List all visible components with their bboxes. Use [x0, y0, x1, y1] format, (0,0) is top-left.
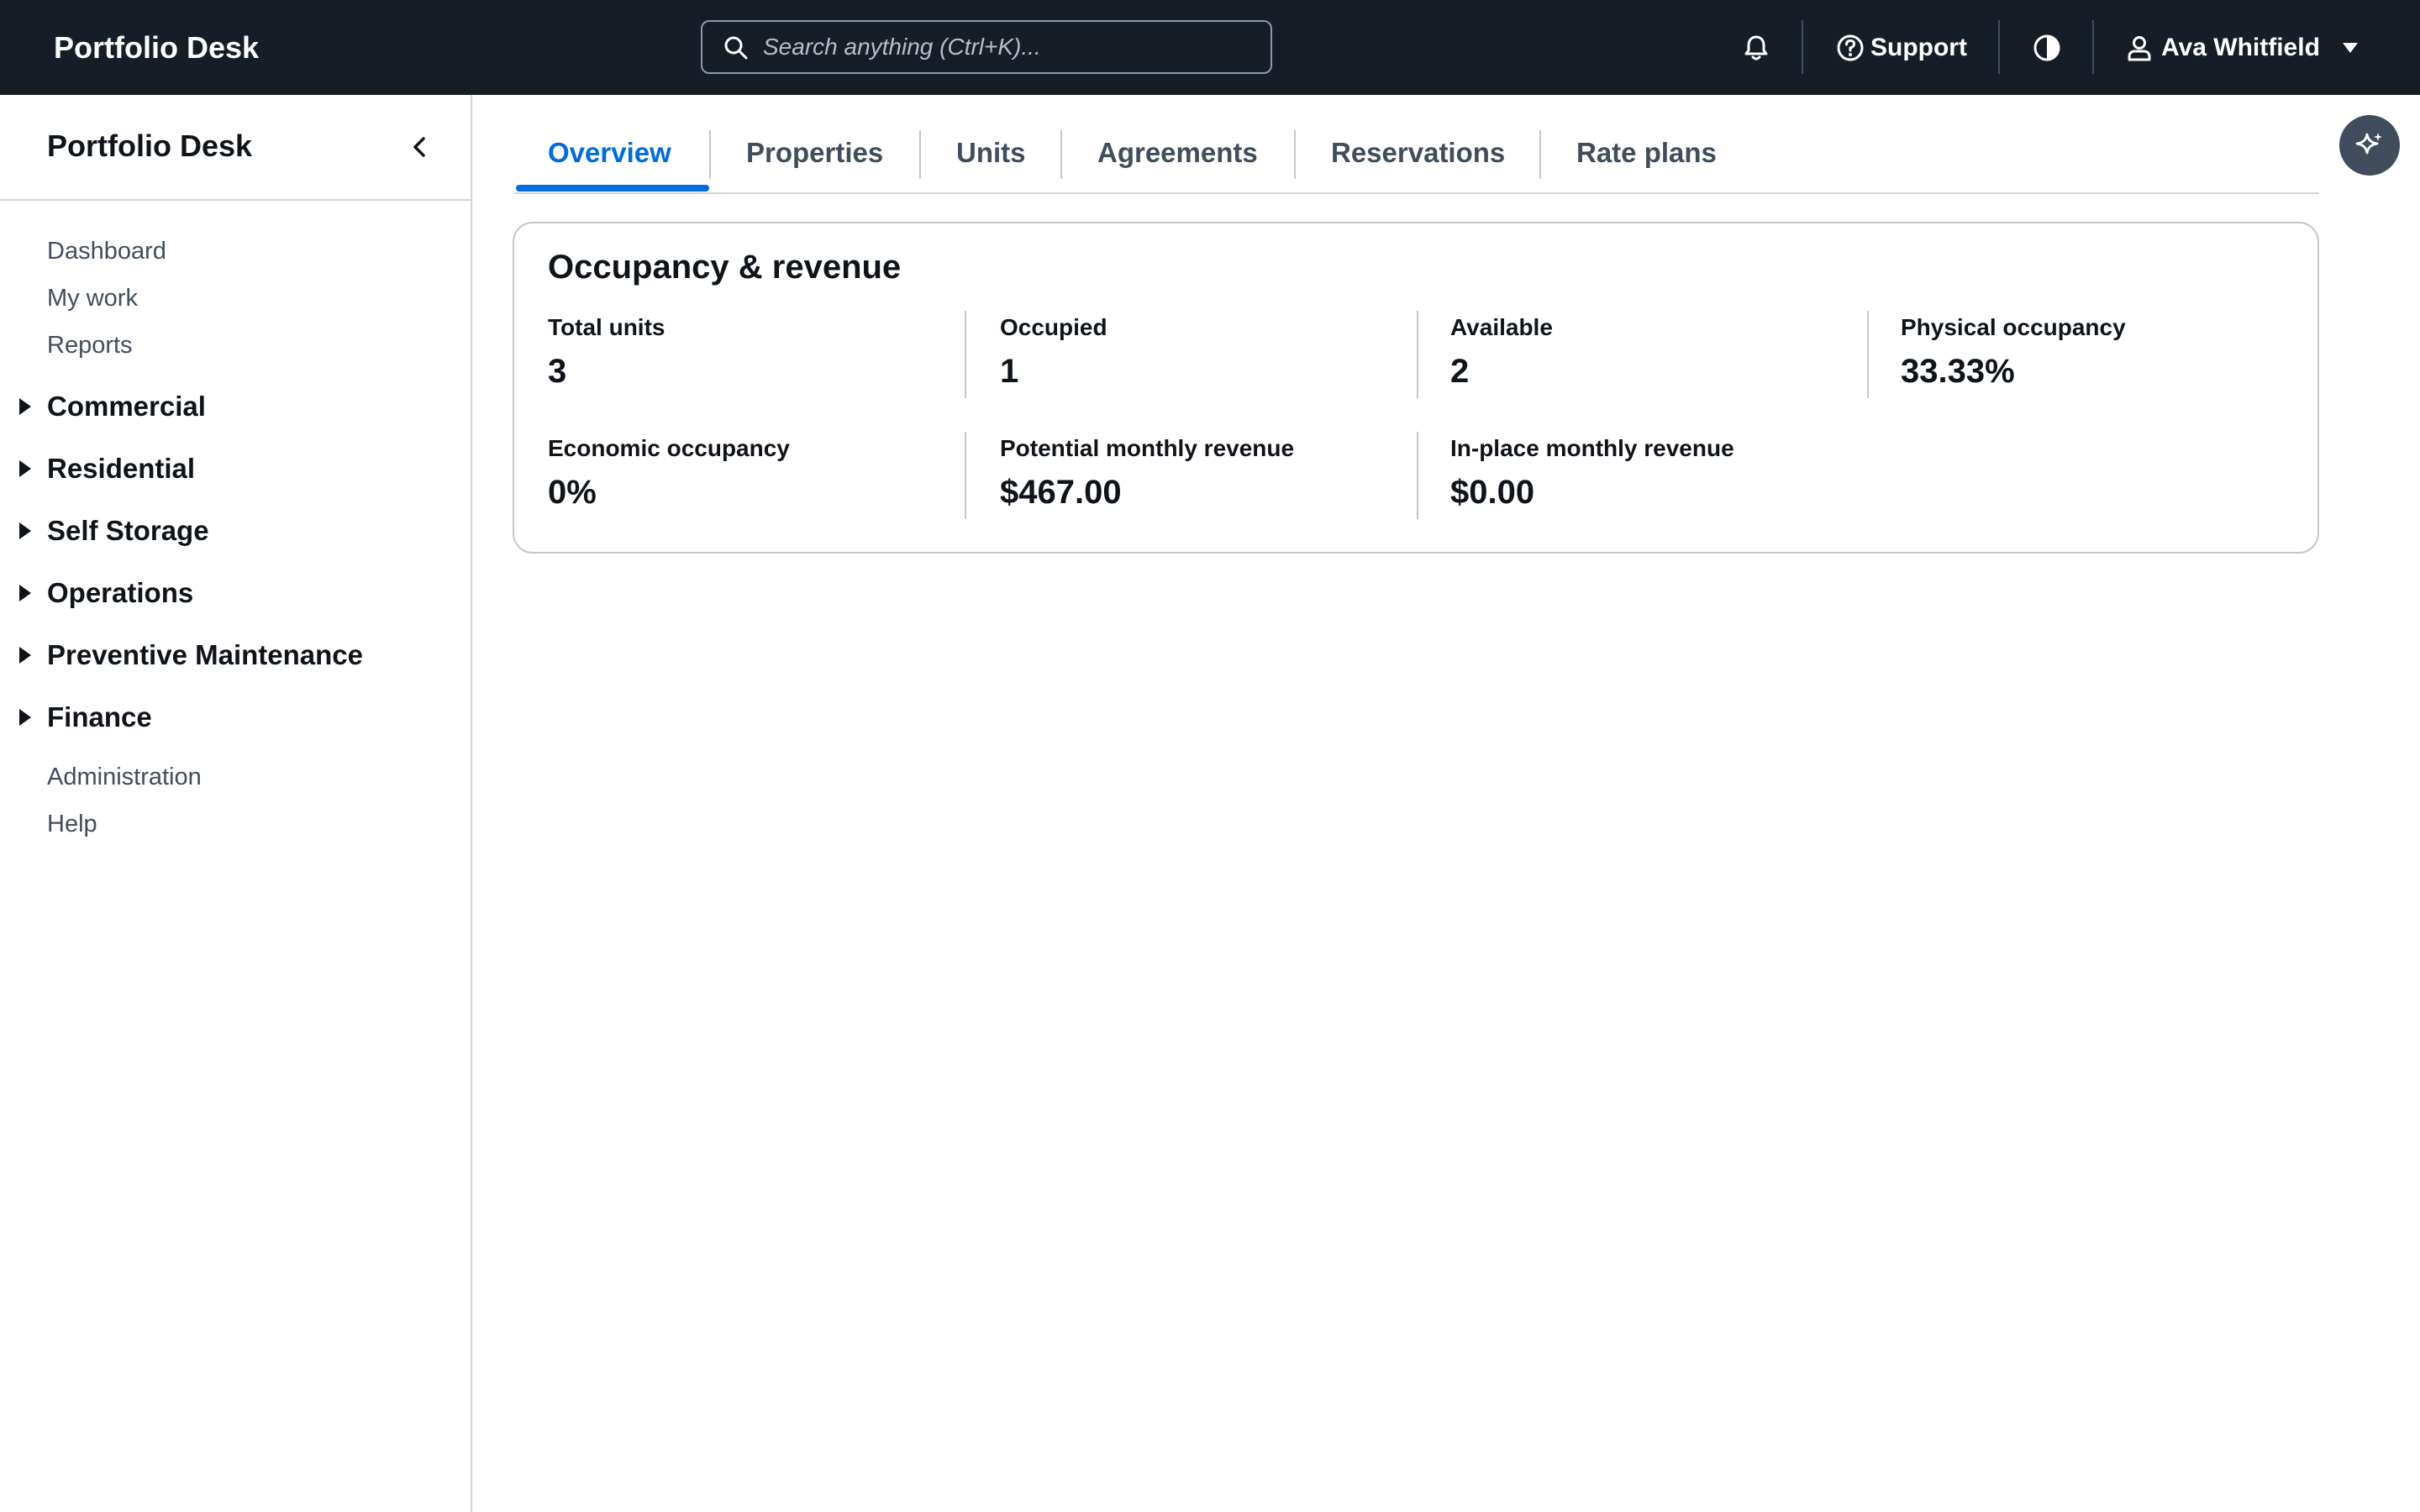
nav-section-preventive-maintenance[interactable]: Preventive Maintenance — [17, 639, 363, 671]
nav-link-my-work[interactable]: My work — [47, 285, 138, 312]
metric-divider — [965, 311, 966, 398]
user-icon — [2128, 35, 2151, 60]
notifications-button[interactable] — [1741, 0, 1771, 95]
sparkle-icon — [2355, 133, 2382, 155]
global-search[interactable] — [701, 20, 1272, 74]
nav-section-residential[interactable]: Residential — [17, 453, 195, 485]
metric-label: Total units — [548, 314, 666, 340]
tab-properties[interactable]: Properties — [746, 137, 883, 169]
caret-right-icon — [19, 460, 31, 477]
metric-label: In-place monthly revenue — [1450, 435, 1734, 461]
tab-bar: Overview Properties Units Agreements Res… — [514, 95, 2319, 194]
support-button[interactable]: Support — [1835, 0, 1967, 95]
active-tab-indicator — [516, 185, 709, 192]
metric-value: 0% — [548, 474, 597, 511]
nav-section-operations[interactable]: Operations — [17, 577, 193, 609]
side-navigation: Portfolio Desk Dashboard My work Reports… — [0, 95, 472, 1512]
tab-reservations[interactable]: Reservations — [1331, 137, 1505, 169]
tab-divider — [919, 130, 921, 179]
metric-label: Potential monthly revenue — [1000, 435, 1295, 461]
search-icon — [724, 36, 748, 60]
nav-section-label: Finance — [47, 701, 152, 732]
metric-potential-monthly-revenue: Potential monthly revenue $467.00 — [1000, 435, 1420, 512]
user-name: Ava Whitfield — [2161, 33, 2320, 61]
caret-down-icon — [2342, 42, 2358, 53]
tab-divider — [1294, 130, 1296, 179]
metric-value: $0.00 — [1450, 474, 1535, 511]
nav-link-help[interactable]: Help — [47, 811, 97, 838]
metric-divider — [965, 432, 966, 519]
collapse-sidebar-icon[interactable] — [405, 132, 435, 162]
nav-section-finance[interactable]: Finance — [17, 701, 152, 733]
metric-divider — [1867, 311, 1869, 398]
nav-section-label: Commercial — [47, 391, 206, 422]
bell-icon — [1744, 35, 1768, 60]
nav-section-label: Operations — [47, 577, 194, 608]
user-menu-button[interactable]: Ava Whitfield — [2124, 0, 2362, 95]
nav-section-label: Preventive Maintenance — [47, 639, 363, 670]
metric-value: $467.00 — [1000, 474, 1122, 511]
tab-units[interactable]: Units — [956, 137, 1026, 169]
caret-right-icon — [19, 522, 31, 539]
topbar-divider — [1998, 20, 2000, 74]
top-navigation-bar: Portfolio Desk Support — [0, 0, 2420, 95]
metric-in-place-monthly-revenue: In-place monthly revenue $0.00 — [1450, 435, 1870, 512]
metric-divider — [1417, 311, 1418, 398]
nav-section-self-storage[interactable]: Self Storage — [17, 515, 209, 547]
nav-section-label: Self Storage — [47, 515, 209, 546]
tab-agreements[interactable]: Agreements — [1097, 137, 1258, 169]
theme-toggle-button[interactable] — [2032, 0, 2062, 95]
sidebar-title[interactable]: Portfolio Desk — [47, 129, 252, 164]
topbar-divider — [2092, 20, 2094, 74]
metric-physical-occupancy: Physical occupancy 33.33% — [1901, 314, 2321, 391]
metric-value: 2 — [1450, 353, 1470, 390]
caret-right-icon — [19, 585, 31, 601]
tab-divider — [1060, 130, 1062, 179]
metric-available: Available 2 — [1450, 314, 1870, 391]
metric-total-units: Total units 3 — [548, 314, 968, 391]
metric-value: 3 — [548, 353, 567, 390]
caret-right-icon — [19, 398, 31, 415]
tab-divider — [709, 130, 711, 179]
nav-link-administration[interactable]: Administration — [47, 764, 202, 791]
help-circle-icon — [1837, 34, 1864, 60]
metric-value: 1 — [1000, 353, 1019, 390]
occupancy-revenue-card: Occupancy & revenue Total units 3 Occupi… — [513, 222, 2319, 554]
metric-label: Economic occupancy — [548, 435, 790, 461]
sidebar-divider — [0, 199, 471, 201]
brand-logo[interactable]: Portfolio Desk — [54, 0, 259, 95]
caret-right-icon — [19, 647, 31, 664]
metric-divider — [1417, 432, 1418, 519]
metric-economic-occupancy: Economic occupancy 0% — [548, 435, 968, 512]
nav-link-reports[interactable]: Reports — [47, 332, 133, 360]
card-title: Occupancy & revenue — [548, 249, 902, 286]
metric-occupied: Occupied 1 — [1000, 314, 1420, 391]
topbar-divider — [1802, 20, 1803, 74]
search-input[interactable] — [763, 29, 1250, 66]
tab-rate-plans[interactable]: Rate plans — [1576, 137, 1717, 169]
nav-section-commercial[interactable]: Commercial — [17, 391, 206, 423]
metric-label: Occupied — [1000, 314, 1107, 340]
support-label: Support — [1870, 33, 1967, 61]
metric-label: Available — [1450, 314, 1553, 340]
metric-value: 33.33% — [1901, 353, 2015, 390]
nav-link-dashboard[interactable]: Dashboard — [47, 238, 166, 265]
nav-section-label: Residential — [47, 453, 196, 484]
contrast-icon — [2033, 34, 2060, 60]
caret-right-icon — [19, 709, 31, 726]
ai-assistant-button[interactable] — [2339, 115, 2400, 176]
tab-overview[interactable]: Overview — [548, 137, 671, 169]
metric-label: Physical occupancy — [1901, 314, 2126, 340]
tab-divider — [1539, 130, 1541, 179]
